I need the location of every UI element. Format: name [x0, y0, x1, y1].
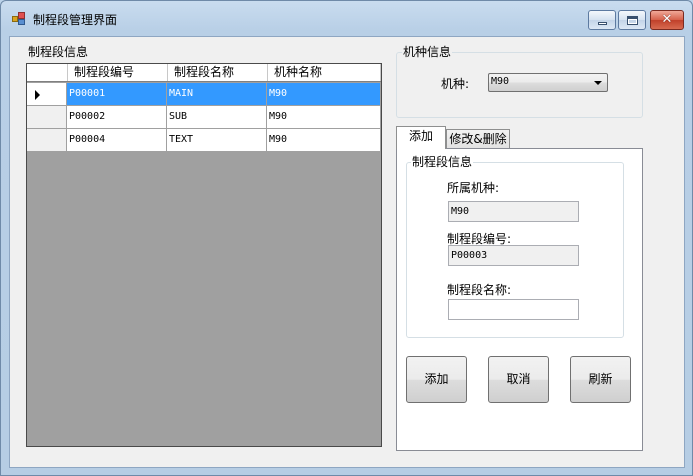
segment-name-input[interactable]: [448, 299, 579, 320]
process-segment-grid[interactable]: 制程段编号 制程段名称 机种名称 P00001 MAIN M90 P00002 …: [26, 63, 382, 447]
app-icon: [12, 12, 26, 26]
owner-model-field[interactable]: M90: [448, 201, 579, 222]
row-header[interactable]: [27, 106, 67, 129]
cell-name[interactable]: SUB: [167, 106, 267, 129]
cell-model[interactable]: M90: [267, 129, 381, 152]
owner-model-label: 所属机种:: [447, 181, 500, 195]
cell-code[interactable]: P00004: [67, 129, 167, 152]
cancel-button[interactable]: 取消: [488, 356, 549, 403]
column-header-model[interactable]: 机种名称: [268, 64, 381, 81]
app-window: 制程段管理界面 ✕ 制程段信息 制程段编号 制程段名称 机种名称 P00001 …: [0, 0, 693, 476]
cell-name[interactable]: MAIN: [167, 83, 267, 106]
segment-code-field[interactable]: P00003: [448, 245, 579, 266]
model-label: 机种:: [441, 77, 470, 91]
table-row[interactable]: P00004 TEXT M90: [27, 129, 381, 152]
segment-name-label: 制程段名称:: [447, 283, 512, 297]
minimize-button[interactable]: [588, 10, 616, 30]
row-header[interactable]: [27, 129, 67, 152]
close-icon: ✕: [661, 12, 673, 27]
cell-model[interactable]: M90: [267, 83, 381, 106]
close-button[interactable]: ✕: [650, 10, 684, 30]
process-info-group-title: 制程段信息: [27, 43, 90, 60]
cell-model[interactable]: M90: [267, 106, 381, 129]
window-title: 制程段管理界面: [33, 13, 118, 27]
add-button[interactable]: 添加: [406, 356, 467, 403]
chevron-down-icon: [594, 81, 602, 85]
minimize-icon: [598, 22, 607, 25]
row-header[interactable]: [27, 83, 67, 106]
column-header-name[interactable]: 制程段名称: [168, 64, 268, 81]
grid-header: 制程段编号 制程段名称 机种名称: [27, 64, 381, 82]
maximize-icon: [627, 16, 638, 25]
table-row[interactable]: P00002 SUB M90: [27, 106, 381, 129]
column-header-code[interactable]: 制程段编号: [68, 64, 168, 81]
form-client-area: 制程段信息 制程段编号 制程段名称 机种名称 P00001 MAIN M90 P…: [9, 36, 685, 468]
grid-corner-header: [27, 64, 68, 81]
tab-add[interactable]: 添加: [396, 126, 446, 149]
cell-code[interactable]: P00002: [67, 106, 167, 129]
model-info-group-title: 机种信息: [402, 43, 453, 60]
add-segment-group-title: 制程段信息: [411, 153, 474, 170]
refresh-button[interactable]: 刷新: [570, 356, 631, 403]
title-bar[interactable]: 制程段管理界面 ✕: [1, 1, 692, 35]
model-select[interactable]: M90: [488, 73, 608, 92]
cell-name[interactable]: TEXT: [167, 129, 267, 152]
cell-code[interactable]: P00001: [67, 83, 167, 106]
current-row-arrow-icon: [35, 90, 40, 100]
table-row[interactable]: P00001 MAIN M90: [27, 83, 381, 106]
tab-page-add: 制程段信息 所属机种: M90 制程段编号: P00003 制程段名称:: [396, 148, 643, 451]
model-select-value: M90: [491, 76, 510, 87]
maximize-button[interactable]: [618, 10, 646, 30]
tab-edit-delete[interactable]: 修改&删除: [446, 129, 510, 150]
